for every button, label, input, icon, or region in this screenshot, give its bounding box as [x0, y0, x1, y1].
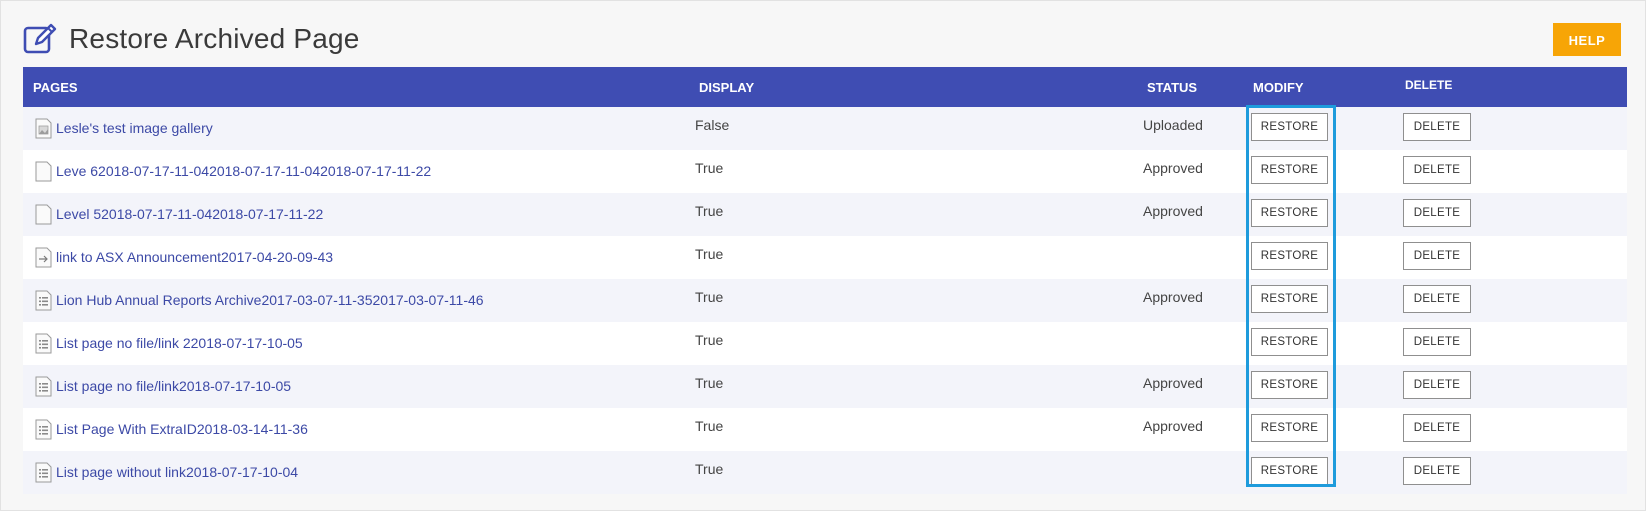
table-row: List Page With ExtraID2018-03-14-11-36 Tr… — [23, 408, 1627, 451]
help-button[interactable]: HELP — [1553, 23, 1621, 56]
list-page-icon — [35, 419, 52, 440]
page-title: Restore Archived Page — [69, 23, 360, 54]
display-value: True — [695, 332, 724, 348]
status-value: Approved — [1143, 203, 1203, 219]
column-header-display[interactable]: DISPLAY — [699, 80, 754, 95]
page-link[interactable]: Leve 62018-07-17-11-042018-07-17-11-0420… — [56, 163, 431, 179]
display-value: False — [695, 117, 730, 133]
table-row: Leve 62018-07-17-11-042018-07-17-11-0420… — [23, 150, 1627, 193]
restore-button[interactable]: RESTORE — [1251, 371, 1328, 399]
column-header-delete: DELETE — [1405, 78, 1453, 92]
page-frame: Restore Archived Page HELP PAGES DISPLAY… — [0, 0, 1646, 511]
delete-button[interactable]: DELETE — [1403, 414, 1471, 442]
display-value: True — [695, 203, 724, 219]
restore-button[interactable]: RESTORE — [1251, 457, 1328, 485]
edit-icon — [23, 23, 57, 54]
display-value: True — [695, 461, 724, 477]
delete-button[interactable]: DELETE — [1403, 371, 1471, 399]
display-value: True — [695, 418, 724, 434]
table-body: Lesle's test image gallery False Uploaded R… — [23, 107, 1627, 494]
page-link[interactable]: link to ASX Announcement2017-04-20-09-43 — [56, 249, 333, 265]
archived-pages-table: PAGES DISPLAY STATUS MODIFY DELETE Lesle… — [23, 67, 1627, 494]
delete-button[interactable]: DELETE — [1403, 113, 1471, 141]
column-header-modify: MODIFY — [1253, 80, 1304, 95]
delete-button[interactable]: DELETE — [1403, 156, 1471, 184]
display-value: True — [695, 375, 724, 391]
delete-button[interactable]: DELETE — [1403, 199, 1471, 227]
page-header: Restore Archived Page HELP — [23, 21, 1627, 61]
status-value: Approved — [1143, 160, 1203, 176]
table-row: Level 52018-07-17-11-042018-07-17-11-22 T… — [23, 193, 1627, 236]
column-header-status[interactable]: STATUS — [1147, 80, 1197, 95]
page-link[interactable]: List page no file/link2018-07-17-10-05 — [56, 378, 291, 394]
restore-button[interactable]: RESTORE — [1251, 242, 1328, 270]
table-header: PAGES DISPLAY STATUS MODIFY DELETE — [23, 67, 1627, 107]
status-value: Approved — [1143, 289, 1203, 305]
restore-button[interactable]: RESTORE — [1251, 328, 1328, 356]
restore-button[interactable]: RESTORE — [1251, 199, 1328, 227]
page-link[interactable]: Lion Hub Annual Reports Archive2017-03-0… — [56, 292, 484, 308]
delete-button[interactable]: DELETE — [1403, 328, 1471, 356]
table-row: List page no file/link 22018-07-17-10-05… — [23, 322, 1627, 365]
status-value: Approved — [1143, 418, 1203, 434]
list-page-icon — [35, 376, 52, 397]
display-value: True — [695, 160, 724, 176]
restore-button[interactable]: RESTORE — [1251, 113, 1328, 141]
delete-button[interactable]: DELETE — [1403, 285, 1471, 313]
status-value: Approved — [1143, 375, 1203, 391]
column-header-pages[interactable]: PAGES — [33, 80, 78, 95]
list-page-icon — [35, 290, 52, 311]
display-value: True — [695, 289, 724, 305]
table-row: Lion Hub Annual Reports Archive2017-03-0… — [23, 279, 1627, 322]
link-page-icon — [35, 247, 52, 268]
table-row: link to ASX Announcement2017-04-20-09-43… — [23, 236, 1627, 279]
page-link[interactable]: Level 52018-07-17-11-042018-07-17-11-22 — [56, 206, 323, 222]
table-row: List page no file/link2018-07-17-10-05 Tr… — [23, 365, 1627, 408]
status-value: Uploaded — [1143, 117, 1203, 133]
blank-page-icon — [35, 204, 52, 225]
page-link[interactable]: List page no file/link 22018-07-17-10-05 — [56, 335, 303, 351]
delete-button[interactable]: DELETE — [1403, 457, 1471, 485]
delete-button[interactable]: DELETE — [1403, 242, 1471, 270]
page-link[interactable]: List Page With ExtraID2018-03-14-11-36 — [56, 421, 308, 437]
display-value: True — [695, 246, 724, 262]
list-page-icon — [35, 462, 52, 483]
restore-button[interactable]: RESTORE — [1251, 156, 1328, 184]
page-link[interactable]: List page without link2018-07-17-10-04 — [56, 464, 298, 480]
restore-button[interactable]: RESTORE — [1251, 414, 1328, 442]
restore-button[interactable]: RESTORE — [1251, 285, 1328, 313]
blank-page-icon — [35, 161, 52, 182]
page-link[interactable]: Lesle's test image gallery — [56, 120, 213, 136]
table-row: Lesle's test image gallery False Uploaded R… — [23, 107, 1627, 150]
image-page-icon — [35, 118, 52, 139]
table-row: List page without link2018-07-17-10-04 Tr… — [23, 451, 1627, 494]
list-page-icon — [35, 333, 52, 354]
